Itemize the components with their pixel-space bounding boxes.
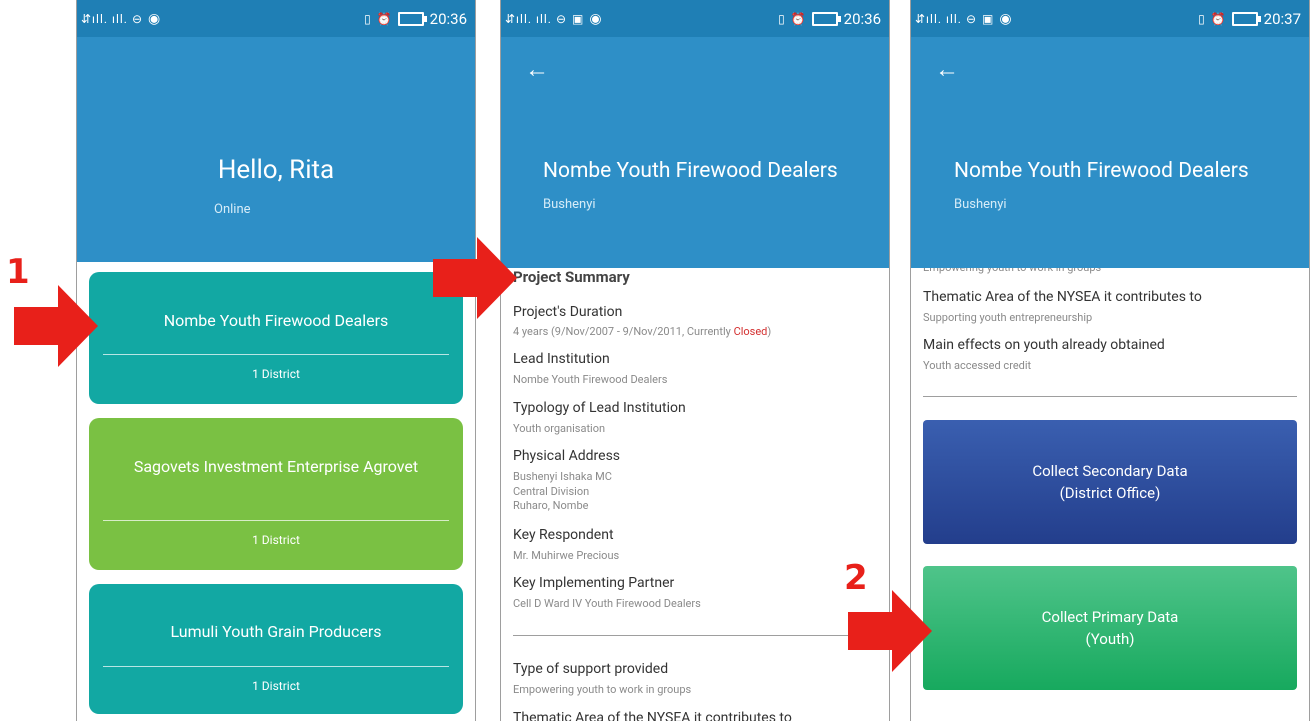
field-value: Cell D Ward IV Youth Firewood Dealers — [513, 597, 701, 610]
divider — [923, 396, 1297, 397]
button-label: Collect Secondary Data — [1032, 462, 1188, 480]
profile-header: Hello, Rita Online — [77, 37, 475, 262]
project-card-sagovets[interactable]: Sagovets Investment Enterprise Agrovet 1… — [89, 418, 463, 570]
button-sublabel: (Youth) — [1085, 630, 1135, 648]
status-bar: ⇵ıll. ıll. ⊖ ▣ ◉ ▯ ⏰ 20:36 — [501, 0, 889, 37]
project-location: Bushenyi — [954, 197, 1007, 212]
status-bar: ⇵ıll. ıll. ⊖ ▣ ◉ ▯ ⏰ 20:37 — [911, 0, 1309, 37]
divider — [513, 635, 877, 636]
project-card-lumuli[interactable]: Lumuli Youth Grain Producers 1 District — [89, 584, 463, 714]
field-label: Main effects on youth already obtained — [923, 337, 1165, 353]
project-card-district: 1 District — [252, 367, 300, 381]
field-label: Physical Address — [513, 448, 621, 464]
vibrate-icon: ▯ — [778, 11, 785, 26]
wifi-icon: ◉ — [148, 10, 162, 27]
field-value: Mr. Muhirwe Precious — [513, 549, 620, 562]
clock: 20:37 — [1263, 9, 1301, 28]
field-value: 4 years (9/Nov/2007 - 9/Nov/2011, Curren… — [513, 325, 772, 338]
field-label: Typology of Lead Institution — [513, 400, 686, 416]
card-divider — [103, 666, 449, 667]
collect-secondary-data-button[interactable]: Collect Secondary Data (District Office) — [923, 420, 1297, 544]
section-title: Project Summary — [513, 268, 630, 286]
button-label: Collect Primary Data — [1041, 608, 1179, 626]
online-status: Online — [214, 202, 251, 217]
vibrate-icon: ▯ — [1198, 11, 1205, 26]
project-card-district: 1 District — [252, 679, 300, 693]
field-value: Nombe Youth Firewood Dealers — [513, 373, 668, 386]
button-sublabel: (District Office) — [1059, 484, 1161, 502]
greeting: Hello, Rita — [217, 155, 335, 185]
project-header: ← Nombe Youth Firewood Dealers Bushenyi — [501, 37, 889, 268]
signal-icon: ⇵ıll. ıll. ⊖ — [81, 11, 144, 26]
field-label: Thematic Area of the NYSEA it contribute… — [923, 289, 1202, 305]
field-label: Type of support provided — [513, 661, 669, 677]
project-card-title: Sagovets Investment Enterprise Agrovet — [133, 457, 419, 476]
vibrate-icon: ▯ — [364, 11, 371, 26]
signal-icon: ⇵ıll. ıll. ⊖ — [915, 11, 978, 26]
alarm-icon: ⏰ — [790, 11, 806, 26]
status-closed: Closed — [733, 325, 768, 338]
clock: 20:36 — [843, 9, 881, 28]
alarm-icon: ⏰ — [376, 11, 392, 26]
project-location: Bushenyi — [543, 197, 596, 212]
field-label: Key Implementing Partner — [513, 575, 675, 591]
clock: 20:36 — [429, 9, 467, 28]
status-bar: ⇵ıll. ıll. ⊖ ◉ ▯ ⏰ 20:36 — [77, 0, 475, 37]
project-title: Nombe Youth Firewood Dealers — [543, 159, 838, 183]
field-value: Bushenyi Ishaka MC — [513, 470, 612, 483]
field-value: Central Division — [513, 485, 590, 498]
project-card-district: 1 District — [252, 533, 300, 547]
field-label: Thematic Area of the NYSEA it contribute… — [513, 710, 792, 721]
battery-icon — [811, 11, 841, 26]
image-icon: ▣ — [982, 11, 995, 26]
back-arrow-icon[interactable]: ← — [935, 57, 959, 81]
phone-screen-data-collection: ⇵ıll. ıll. ⊖ ▣ ◉ ▯ ⏰ 20:37 Empowering yo… — [910, 0, 1310, 721]
signal-icon: ⇵ıll. ıll. ⊖ — [505, 11, 568, 26]
card-divider — [103, 520, 449, 521]
project-card-nombe[interactable]: Nombe Youth Firewood Dealers 1 District — [89, 272, 463, 404]
annotation-arrow-icon — [433, 237, 517, 319]
field-value: Youth organisation — [513, 422, 606, 435]
project-header: ← Nombe Youth Firewood Dealers Bushenyi — [911, 37, 1309, 268]
field-label: Lead Institution — [513, 351, 610, 367]
project-card-title: Nombe Youth Firewood Dealers — [163, 311, 389, 330]
field-value: Empowering youth to work in groups — [513, 683, 692, 696]
card-divider — [103, 354, 449, 355]
battery-icon — [1231, 11, 1261, 26]
phone-screen-home: ⇵ıll. ıll. ⊖ ◉ ▯ ⏰ 20:36 Hello, Rita Onl… — [76, 0, 476, 721]
field-value: Ruharo, Nombe — [513, 499, 589, 512]
wifi-icon: ◉ — [999, 10, 1013, 27]
field-value: Youth accessed credit — [923, 359, 1032, 372]
field-value: Supporting youth entrepreneurship — [923, 311, 1093, 324]
project-card-title: Lumuli Youth Grain Producers — [170, 622, 382, 641]
battery-icon — [397, 11, 427, 26]
phone-screen-project-detail: ⇵ıll. ıll. ⊖ ▣ ◉ ▯ ⏰ 20:36 ← Nombe Youth… — [500, 0, 890, 721]
back-arrow-icon[interactable]: ← — [525, 57, 549, 81]
field-label: Key Respondent — [513, 527, 614, 543]
collect-primary-data-button[interactable]: Collect Primary Data (Youth) — [923, 566, 1297, 690]
field-label: Project's Duration — [513, 304, 623, 320]
annotation-arrow-icon — [848, 590, 932, 672]
project-title: Nombe Youth Firewood Dealers — [954, 159, 1249, 183]
wifi-icon: ◉ — [589, 10, 603, 27]
annotation-arrow-icon — [14, 285, 98, 367]
image-icon: ▣ — [572, 11, 585, 26]
alarm-icon: ⏰ — [1210, 11, 1226, 26]
